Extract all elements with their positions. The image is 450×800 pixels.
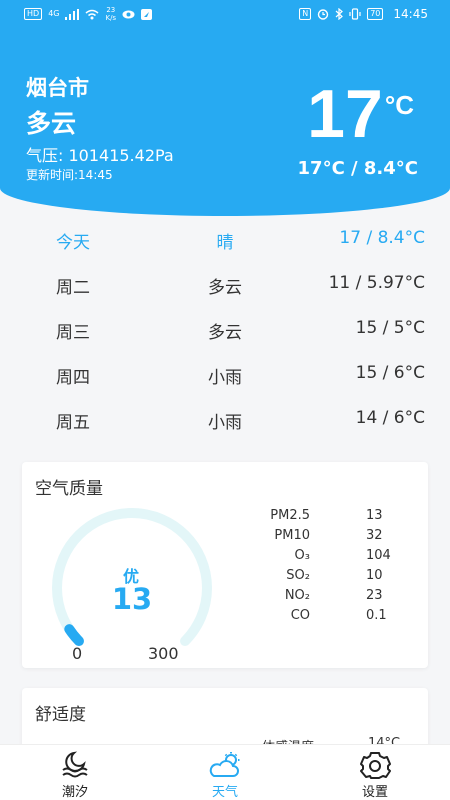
forecast-temps: 15 / 6°C: [355, 363, 425, 383]
temperature-value: 17: [307, 76, 383, 152]
location-arrow-icon: [141, 8, 153, 20]
current-condition: 多云: [26, 109, 77, 138]
weather-icon: [209, 752, 240, 777]
network-speed: 23 K/s: [105, 6, 116, 22]
forecast-weather: 多云: [208, 278, 242, 298]
signal-icon: [65, 8, 80, 20]
tab-settings[interactable]: 设置: [300, 745, 450, 800]
tab-label: 天气: [211, 785, 238, 800]
pollutant-row: PM10 32: [252, 528, 422, 548]
city-name: 烟台市: [26, 76, 89, 100]
updated-time: 更新时间:14:45: [26, 168, 113, 182]
weather-header: HD 4G 23 K/s N 70 14:45 烟台市 多云 气压: 101415…: [0, 0, 450, 216]
tide-icon: [62, 751, 88, 778]
pollutant-name: SO₂: [286, 568, 310, 583]
status-bar: HD 4G 23 K/s N 70 14:45: [0, 0, 450, 28]
comfort-title: 舒适度: [35, 705, 86, 725]
vibrate-icon: [349, 8, 361, 20]
tab-weather[interactable]: 天气: [150, 745, 300, 800]
network-type-label: 4G: [48, 9, 60, 18]
forecast-temps: 15 / 5°C: [355, 318, 425, 338]
temperature-unit: °C: [384, 90, 414, 120]
speed-unit: K/s: [105, 14, 117, 22]
pollutant-value: 0.1: [366, 608, 387, 623]
pollutant-value: 104: [366, 548, 391, 563]
pollutant-value: 32: [366, 528, 383, 543]
tab-label: 设置: [361, 785, 388, 800]
tab-label: 潮汐: [61, 785, 88, 800]
pollutant-name: O₃: [294, 548, 310, 563]
alarm-icon: [318, 9, 329, 20]
forecast-temps: 14 / 6°C: [355, 408, 425, 428]
pollutant-row: NO₂ 23: [252, 588, 422, 608]
pollutant-row: O₃ 104: [252, 548, 422, 568]
forecast-row[interactable]: 周四 小雨 15 / 6°C: [0, 353, 450, 393]
bottom-tab-bar: 潮汐 天气 设置: [0, 744, 450, 800]
hd-indicator: HD: [24, 8, 43, 20]
forecast-row[interactable]: 周三 多云 15 / 5°C: [0, 308, 450, 348]
pollutant-name: NO₂: [284, 588, 310, 603]
status-time: 14:45: [393, 7, 428, 21]
forecast-day: 周三: [56, 323, 90, 343]
forecast-temps: 17 / 8.4°C: [339, 228, 425, 248]
pollutant-row: PM2.5 13: [252, 508, 422, 528]
battery-icon: 70: [367, 8, 384, 20]
aqi-value: 13: [111, 582, 153, 616]
temperature-range: 17°C / 8.4°C: [297, 158, 418, 179]
forecast-weather: 多云: [208, 323, 242, 343]
pollutant-value: 10: [366, 568, 383, 583]
pollutant-value: 23: [366, 588, 383, 603]
pollutant-row: CO 0.1: [252, 608, 422, 628]
pressure-text: 气压: 101415.42Pa: [26, 146, 174, 165]
bluetooth-icon: [335, 8, 344, 20]
current-temperature: 17°C: [307, 80, 414, 148]
forecast-day: 周四: [56, 368, 90, 388]
forecast-weather: 晴: [216, 233, 234, 253]
forecast-row[interactable]: 周二 多云 11 / 5.97°C: [0, 263, 450, 303]
forecast-weather: 小雨: [208, 413, 242, 433]
forecast-row[interactable]: 周五 小雨 14 / 6°C: [0, 398, 450, 438]
eye-icon: [122, 10, 135, 18]
forecast-day: 周五: [56, 413, 90, 433]
tab-tide[interactable]: 潮汐: [0, 745, 150, 800]
nfc-icon: N: [299, 8, 312, 20]
speed-value: 23: [106, 6, 116, 14]
pollutant-name: CO: [290, 608, 310, 623]
pollutant-value: 13: [366, 508, 383, 523]
forecast-day: 今天: [56, 233, 90, 253]
aqi-gauge-fill: [64, 624, 84, 647]
forecast-temps: 11 / 5.97°C: [328, 273, 425, 293]
wifi-icon: [86, 9, 99, 19]
aqi-min: 0: [72, 644, 83, 663]
pollutant-name: PM2.5: [270, 508, 310, 523]
pollutant-row: SO₂ 10: [252, 568, 422, 588]
forecast-row[interactable]: 今天 晴 17 / 8.4°C: [0, 218, 450, 258]
pollutant-name: PM10: [274, 528, 310, 543]
forecast-weather: 小雨: [208, 368, 242, 388]
air-quality-card: 空气质量 优 13 0 300 PM2.5 13 PM10 32 O₃ 104 SO₂…: [22, 462, 428, 668]
forecast-day: 周二: [56, 278, 90, 298]
aqi-max: 300: [148, 644, 179, 663]
gear-icon: [360, 752, 391, 779]
